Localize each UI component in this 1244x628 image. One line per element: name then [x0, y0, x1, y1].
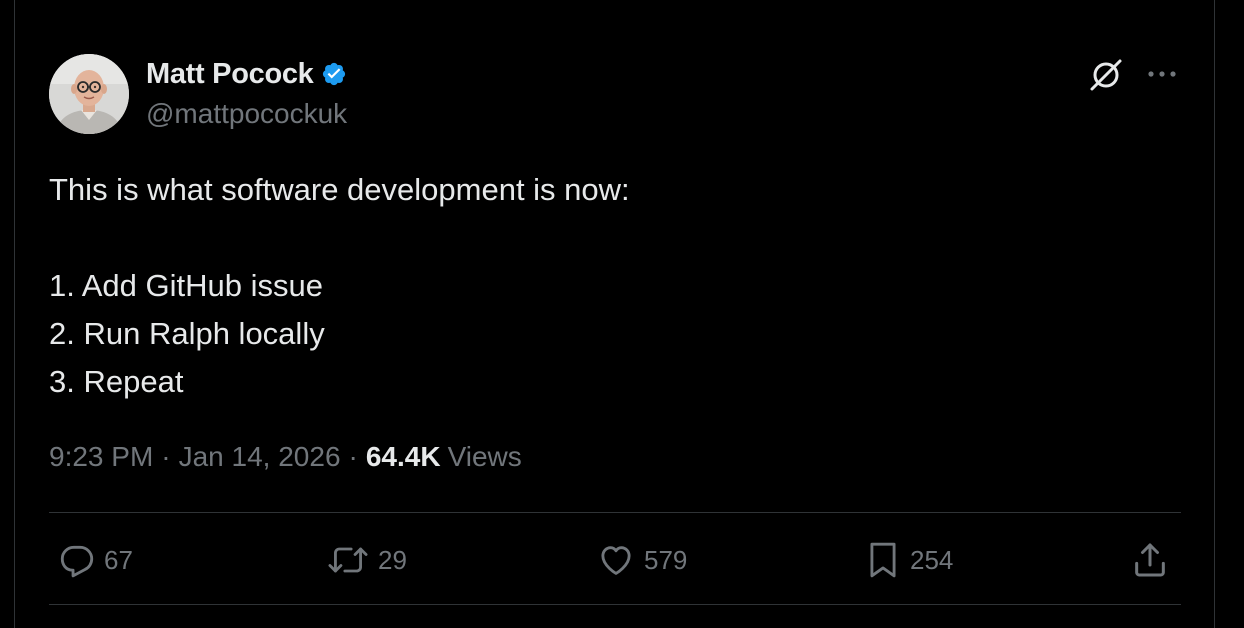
- bookmark-button[interactable]: 254: [864, 538, 953, 582]
- author-display-name[interactable]: Matt Pocock: [146, 58, 314, 91]
- meta-separator: ·: [161, 441, 171, 472]
- tweet-text-line: 2. Run Ralph locally: [49, 316, 325, 351]
- share-icon: [1135, 543, 1165, 577]
- like-button[interactable]: 579: [596, 538, 687, 582]
- repost-icon: [328, 547, 368, 573]
- repost-count: 29: [378, 544, 407, 575]
- avatar[interactable]: [49, 54, 129, 134]
- tweet-text-blank-line: [49, 214, 1179, 262]
- author-handle[interactable]: @mattpocockuk: [146, 98, 347, 130]
- reply-icon: [60, 545, 94, 578]
- reply-button[interactable]: 67: [58, 538, 133, 582]
- tweet-text-line: This is what software development is now…: [49, 172, 630, 207]
- like-icon: [601, 546, 631, 575]
- repost-button[interactable]: 29: [326, 538, 407, 582]
- tweet-date[interactable]: Jan 14, 2026: [179, 441, 341, 473]
- views-count: 64.4K: [365, 441, 441, 472]
- views-label: Views: [447, 441, 522, 472]
- frame-left-border: [14, 0, 15, 628]
- divider: [49, 604, 1181, 605]
- bookmark-icon: [870, 542, 896, 578]
- frame-right-border: [1214, 0, 1215, 628]
- tweet-text: This is what software development is now…: [49, 166, 1179, 406]
- profile-photo: [49, 54, 129, 134]
- bookmark-count: 254: [910, 544, 954, 575]
- verified-badge-icon[interactable]: [321, 61, 347, 87]
- reply-count: 67: [104, 544, 133, 575]
- tweet-time[interactable]: 9:23 PM: [49, 441, 153, 473]
- author-name-row: Matt Pocock: [146, 56, 347, 92]
- more-icon[interactable]: [1144, 60, 1180, 88]
- share-button[interactable]: [1130, 538, 1170, 582]
- divider: [49, 512, 1181, 513]
- grok-icon[interactable]: [1086, 55, 1126, 95]
- tweet-text-line: 1. Add GitHub issue: [49, 268, 323, 303]
- tweet-meta: 9:23 PM · Jan 14, 2026 · 64.4K Views: [49, 438, 522, 476]
- like-count: 579: [644, 544, 688, 575]
- tweet-text-line: 3. Repeat: [49, 364, 184, 399]
- meta-separator: ·: [348, 441, 358, 472]
